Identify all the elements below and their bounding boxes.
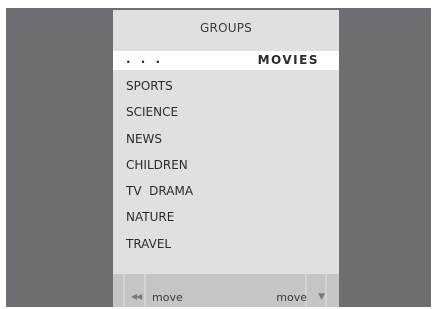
group-item-travel[interactable]: TRAVEL (126, 237, 193, 263)
move-left-label: move (152, 291, 183, 304)
menu-title: GROUPS (200, 21, 252, 35)
group-list: SPORTS SCIENCE NEWS CHILDREN TV DRAMA NA… (126, 79, 193, 263)
more-indicator: . . . (126, 52, 164, 66)
selected-group-label: MOVIES (257, 53, 319, 67)
footer-bar: ◀◀ move move ▼ (113, 274, 339, 307)
footer-divider (123, 274, 125, 307)
group-item-news[interactable]: NEWS (126, 132, 193, 158)
group-item-nature[interactable]: NATURE (126, 210, 193, 236)
footer-divider (144, 274, 146, 307)
group-item-sports[interactable]: SPORTS (126, 79, 193, 105)
down-arrow-icon[interactable]: ▼ (318, 292, 325, 302)
move-right-label: move (276, 291, 307, 304)
selected-group-row[interactable]: . . . MOVIES (113, 51, 339, 70)
group-item-tv-drama[interactable]: TV DRAMA (126, 184, 193, 210)
rewind-icon[interactable]: ◀◀ (131, 292, 142, 301)
footer-divider (325, 274, 327, 307)
group-item-science[interactable]: SCIENCE (126, 105, 193, 131)
group-item-children[interactable]: CHILDREN (126, 158, 193, 184)
groups-menu-panel: GROUPS . . . MOVIES SPORTS SCIENCE NEWS … (113, 10, 339, 307)
screen-frame: GROUPS . . . MOVIES SPORTS SCIENCE NEWS … (6, 8, 431, 307)
